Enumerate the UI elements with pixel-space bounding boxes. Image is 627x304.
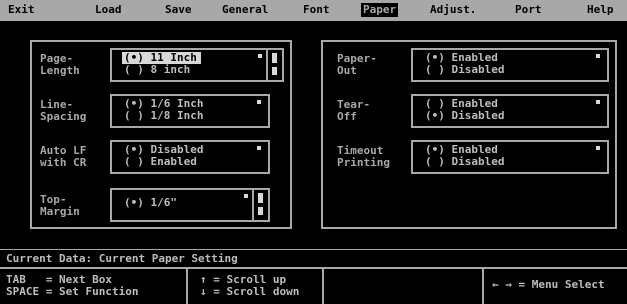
box-marker-icon [257,146,261,150]
settings-area: Page- Length (•) 11 Inch ( ) 8 inch Line… [0,21,627,249]
menu-general[interactable]: General [222,3,268,17]
help-scroll-up: ↑ = Scroll up [200,273,287,286]
menu-bar: Exit Load Save General Font Paper Adjust… [0,0,627,20]
page-length-scrollbar[interactable] [266,50,282,80]
right-settings-panel: Paper- Out (•) Enabled ( ) Disabled Tear… [321,40,617,229]
scroll-arrow-down-icon [258,207,263,215]
top-margin-box[interactable]: (•) 1/6" [110,188,270,222]
timeout-printing-label: Timeout Printing [337,144,390,169]
line-spacing-option-2[interactable]: ( ) 1/8 Inch [124,110,203,122]
help-menu-select: ← → = Menu Select [492,278,605,291]
help-space: SPACE = Set Function [6,285,139,298]
box-marker-icon [244,194,248,198]
auto-lf-option-2[interactable]: ( ) Enabled [124,156,197,168]
box-marker-icon [257,100,261,104]
paper-out-option-2[interactable]: ( ) Disabled [425,64,504,76]
help-cell-keys: TAB = Next Box SPACE = Set Function [0,269,188,304]
top-margin-label: Top- Margin [40,193,80,218]
page-length-label: Page- Length [40,52,80,77]
menu-load[interactable]: Load [95,3,122,17]
top-margin-option-1[interactable]: (•) 1/6" [124,197,177,209]
scroll-thumb-icon [272,53,277,63]
timeout-printing-option-2[interactable]: ( ) Disabled [425,156,504,168]
tear-off-box[interactable]: ( ) Enabled (•) Disabled [411,94,609,128]
page-length-box[interactable]: (•) 11 Inch ( ) 8 inch [110,48,284,82]
menu-help[interactable]: Help [587,3,614,17]
paper-out-box[interactable]: (•) Enabled ( ) Disabled [411,48,609,82]
line-spacing-label: Line- Spacing [40,98,87,123]
left-settings-panel: Page- Length (•) 11 Inch ( ) 8 inch Line… [30,40,292,229]
box-marker-icon [596,54,600,58]
help-tab: TAB = Next Box [6,273,112,286]
line-spacing-box[interactable]: (•) 1/6 Inch ( ) 1/8 Inch [110,94,270,128]
menu-port[interactable]: Port [515,3,542,17]
timeout-printing-box[interactable]: (•) Enabled ( ) Disabled [411,140,609,174]
top-margin-scrollbar[interactable] [252,190,268,220]
auto-lf-box[interactable]: (•) Disabled ( ) Enabled [110,140,270,174]
help-cell-scroll: ↑ = Scroll up ↓ = Scroll down [188,269,324,304]
paper-out-label: Paper- Out [337,52,377,77]
status-bar: Current Data: Current Paper Setting [0,250,627,267]
auto-lf-label: Auto LF with CR [40,144,87,169]
help-cell-empty [324,269,484,304]
box-marker-icon [596,146,600,150]
tear-off-label: Tear- Off [337,98,371,123]
menu-exit[interactable]: Exit [8,3,35,17]
scroll-thumb-icon [258,193,263,203]
menu-font[interactable]: Font [303,3,330,17]
help-scroll-down: ↓ = Scroll down [200,285,300,298]
menu-adjust[interactable]: Adjust. [430,3,476,17]
scroll-arrow-down-icon [272,67,277,75]
box-marker-icon [596,100,600,104]
menu-paper[interactable]: Paper [361,3,399,17]
menu-save[interactable]: Save [165,3,192,17]
status-text: Current Data: Current Paper Setting [6,252,238,265]
help-bar: TAB = Next Box SPACE = Set Function ↑ = … [0,267,627,304]
page-length-option-2[interactable]: ( ) 8 inch [124,64,190,76]
box-marker-icon [258,54,262,58]
tear-off-option-2[interactable]: (•) Disabled [425,110,504,122]
